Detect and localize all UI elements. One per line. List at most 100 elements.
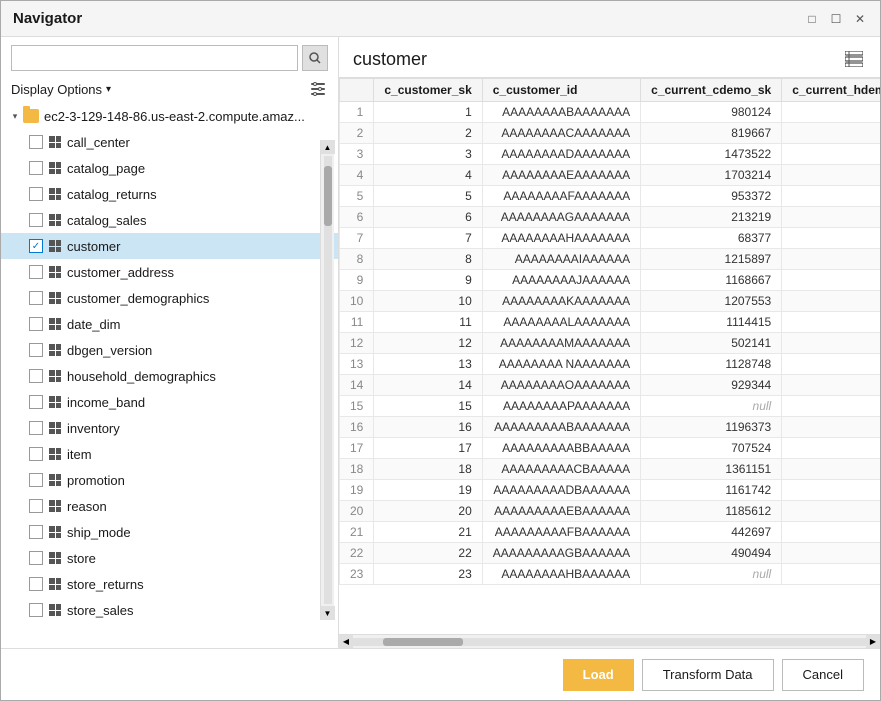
close-button[interactable]: ✕ xyxy=(852,11,868,27)
list-item[interactable]: store_sales xyxy=(1,597,338,623)
load-button[interactable]: Load xyxy=(563,659,634,691)
cell-c_customer_sk: 18 xyxy=(374,459,482,480)
checkbox-date_dim[interactable] xyxy=(29,317,43,331)
cell-c_customer_id: AAAAAAAA NAAAAAAA xyxy=(482,354,640,375)
cell-c_customer_id: AAAAAAAAABAAAAAAA xyxy=(482,417,640,438)
cell-c_current_hdemo_sk: - xyxy=(782,501,880,522)
cell-c_current_cdemo_sk: 1114415 xyxy=(641,312,782,333)
cell-c_current_hdemo_sk: 42 xyxy=(782,480,880,501)
cell-c_current_cdemo_sk: 502141 xyxy=(641,333,782,354)
horizontal-scrollbar[interactable]: ◀ ▶ xyxy=(339,634,880,648)
list-item[interactable]: income_band xyxy=(1,389,338,415)
checkbox-catalog_page[interactable] xyxy=(29,161,43,175)
list-item[interactable]: store_returns xyxy=(1,571,338,597)
list-item[interactable]: customer_demographics xyxy=(1,285,338,311)
list-item[interactable]: date_dim xyxy=(1,311,338,337)
row-number: 9 xyxy=(340,270,374,291)
table-row: 2323AAAAAAAAHBAAAAAAnull21 xyxy=(340,564,881,585)
cell-c_customer_id: AAAAAAAAKAAAAAAA xyxy=(482,291,640,312)
cell-c_customer_id: AAAAAAAAJAAAAAA xyxy=(482,270,640,291)
cell-c_customer_sk: 3 xyxy=(374,144,482,165)
list-item-item[interactable]: item xyxy=(1,441,338,467)
data-table: c_customer_sk c_customer_id c_current_cd… xyxy=(339,78,880,585)
search-button[interactable] xyxy=(302,45,328,71)
list-item-reason[interactable]: reason xyxy=(1,493,338,519)
checkbox-store_sales[interactable] xyxy=(29,603,43,617)
maximize-button[interactable]: ☐ xyxy=(828,11,844,27)
checkbox-ship_mode[interactable] xyxy=(29,525,43,539)
row-number: 15 xyxy=(340,396,374,417)
checkbox-store[interactable] xyxy=(29,551,43,565)
cell-c_customer_id: AAAAAAAAEAAAAAAA xyxy=(482,165,640,186)
checkbox-income_band[interactable] xyxy=(29,395,43,409)
scroll-up-arrow[interactable]: ▲ xyxy=(321,140,335,154)
cell-c_customer_sk: 15 xyxy=(374,396,482,417)
checkbox-call_center[interactable] xyxy=(29,135,43,149)
table-row: 1212AAAAAAAAMAAAAAAA50214165 xyxy=(340,333,881,354)
col-header-c_current_cdemo_sk[interactable]: c_current_cdemo_sk xyxy=(641,79,782,102)
cell-c_customer_sk: 11 xyxy=(374,312,482,333)
table-row: 11AAAAAAAABAAAAAAA98012471 xyxy=(340,102,881,123)
list-item[interactable]: ship_mode xyxy=(1,519,338,545)
list-item[interactable]: store xyxy=(1,545,338,571)
list-item[interactable]: customer_address xyxy=(1,259,338,285)
list-item[interactable]: call_center xyxy=(1,129,338,155)
checkbox-item[interactable] xyxy=(29,447,43,461)
row-number: 22 xyxy=(340,543,374,564)
col-header-c_current_hdemo_sk[interactable]: c_current_hdemo_sk xyxy=(782,79,880,102)
list-item[interactable]: catalog_returns xyxy=(1,181,338,207)
scroll-left-arrow[interactable]: ◀ xyxy=(339,635,353,649)
list-item-inventory[interactable]: inventory xyxy=(1,415,338,441)
table-preview-icon[interactable] xyxy=(842,47,866,71)
search-input[interactable] xyxy=(11,45,298,71)
data-table-wrapper[interactable]: c_customer_sk c_customer_id c_current_cd… xyxy=(339,77,880,634)
col-header-c_customer_sk[interactable]: c_customer_sk xyxy=(374,79,482,102)
table-row: 2020AAAAAAAAAEBAAAAAA1185612- xyxy=(340,501,881,522)
table-row: 99AAAAAAAAJAAAAAA116866714 xyxy=(340,270,881,291)
display-options-button[interactable]: Display Options ▾ xyxy=(11,82,111,97)
transform-data-button[interactable]: Transform Data xyxy=(642,659,774,691)
checkbox-household_demographics[interactable] xyxy=(29,369,43,383)
list-item[interactable]: dbgen_version xyxy=(1,337,338,363)
list-item[interactable]: catalog_page xyxy=(1,155,338,181)
item-label: store xyxy=(67,551,96,566)
cell-c_customer_sk: 4 xyxy=(374,165,482,186)
cell-c_current_cdemo_sk: 1473522 xyxy=(641,144,782,165)
checkbox-customer[interactable] xyxy=(29,239,43,253)
item-label: ship_mode xyxy=(67,525,131,540)
cell-c_current_hdemo_sk: 30 xyxy=(782,417,880,438)
cell-c_customer_id: AAAAAAAAHAAAAAAA xyxy=(482,228,640,249)
col-header-c_customer_id[interactable]: c_customer_id xyxy=(482,79,640,102)
checkbox-reason[interactable] xyxy=(29,499,43,513)
scroll-thumb[interactable] xyxy=(324,166,332,226)
list-item[interactable]: promotion xyxy=(1,467,338,493)
list-item[interactable]: household_demographics xyxy=(1,363,338,389)
checkbox-customer_demographics[interactable] xyxy=(29,291,43,305)
checkbox-catalog_sales[interactable] xyxy=(29,213,43,227)
right-panel: customer c_customer_sk xyxy=(339,37,880,648)
vertical-scrollbar[interactable]: ▲ ▼ xyxy=(320,140,334,620)
root-node[interactable]: ▾ ec2-3-129-148-86.us-east-2.compute.ama… xyxy=(1,103,338,129)
scroll-right-arrow[interactable]: ▶ xyxy=(866,635,880,649)
checkbox-dbgen_version[interactable] xyxy=(29,343,43,357)
checkbox-promotion[interactable] xyxy=(29,473,43,487)
scroll-track xyxy=(353,638,866,646)
cell-c_customer_id: AAAAAAAAPAAAAAAA xyxy=(482,396,640,417)
checkbox-catalog_returns[interactable] xyxy=(29,187,43,201)
list-item[interactable]: catalog_sales xyxy=(1,207,338,233)
checkbox-inventory[interactable] xyxy=(29,421,43,435)
list-item-customer[interactable]: customer xyxy=(1,233,338,259)
item-label: household_demographics xyxy=(67,369,216,384)
item-label: customer_address xyxy=(67,265,174,280)
edit-icon[interactable] xyxy=(308,79,328,99)
scroll-track xyxy=(324,156,332,604)
checkbox-store_returns[interactable] xyxy=(29,577,43,591)
cell-c_customer_sk: 13 xyxy=(374,354,482,375)
cancel-button[interactable]: Cancel xyxy=(782,659,864,691)
cell-c_customer_sk: 21 xyxy=(374,522,482,543)
scroll-thumb[interactable] xyxy=(383,638,463,646)
checkbox-customer_address[interactable] xyxy=(29,265,43,279)
minimize-button[interactable]: □ xyxy=(804,11,820,27)
scroll-down-arrow[interactable]: ▼ xyxy=(321,606,335,620)
cell-c_current_cdemo_sk: 442697 xyxy=(641,522,782,543)
